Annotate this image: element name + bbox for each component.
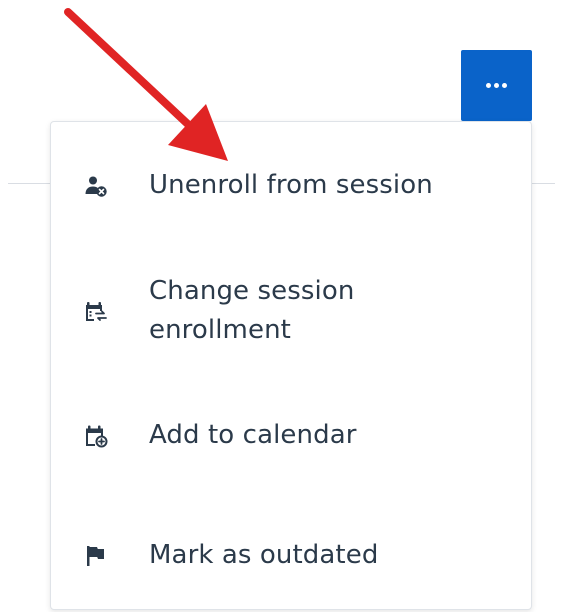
menu-item-label: Add to calendar [149, 420, 357, 450]
menu-item-change-enrollment[interactable]: Change session enrollment [51, 270, 531, 354]
calendar-swap-icon [84, 300, 108, 324]
actions-dropdown-menu: Unenroll from session Change session enr… [50, 121, 532, 610]
flag-icon [84, 544, 108, 568]
more-actions-button[interactable] [461, 50, 532, 121]
menu-item-label: Change session enrollment [149, 276, 355, 345]
menu-item-mark-outdated[interactable]: Mark as outdated [51, 532, 531, 580]
ellipsis-icon [486, 83, 507, 88]
menu-item-label: Unenroll from session [149, 170, 433, 200]
user-remove-icon [84, 174, 108, 198]
menu-item-label: Mark as outdated [149, 540, 379, 570]
menu-item-unenroll[interactable]: Unenroll from session [51, 162, 531, 210]
menu-item-add-to-calendar[interactable]: Add to calendar [51, 412, 531, 460]
screenshot-stage: Unenroll from session Change session enr… [0, 0, 563, 612]
calendar-add-icon [84, 424, 108, 448]
